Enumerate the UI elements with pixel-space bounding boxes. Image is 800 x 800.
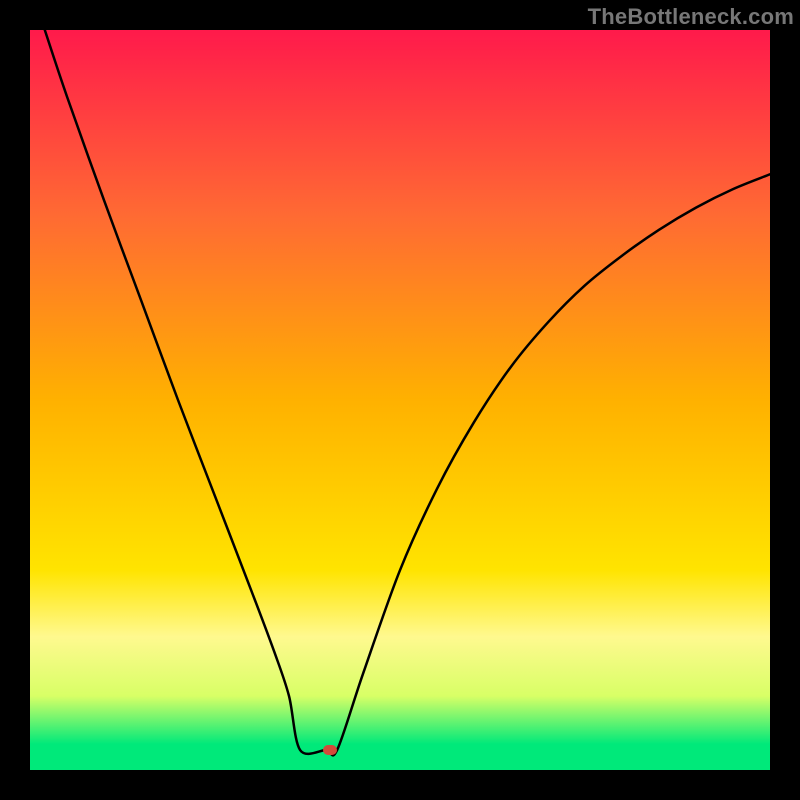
chart-frame: TheBottleneck.com xyxy=(0,0,800,800)
optimal-marker xyxy=(323,745,337,755)
plot-area xyxy=(30,30,770,770)
watermark-text: TheBottleneck.com xyxy=(588,4,794,30)
bottleneck-curve xyxy=(30,30,770,770)
